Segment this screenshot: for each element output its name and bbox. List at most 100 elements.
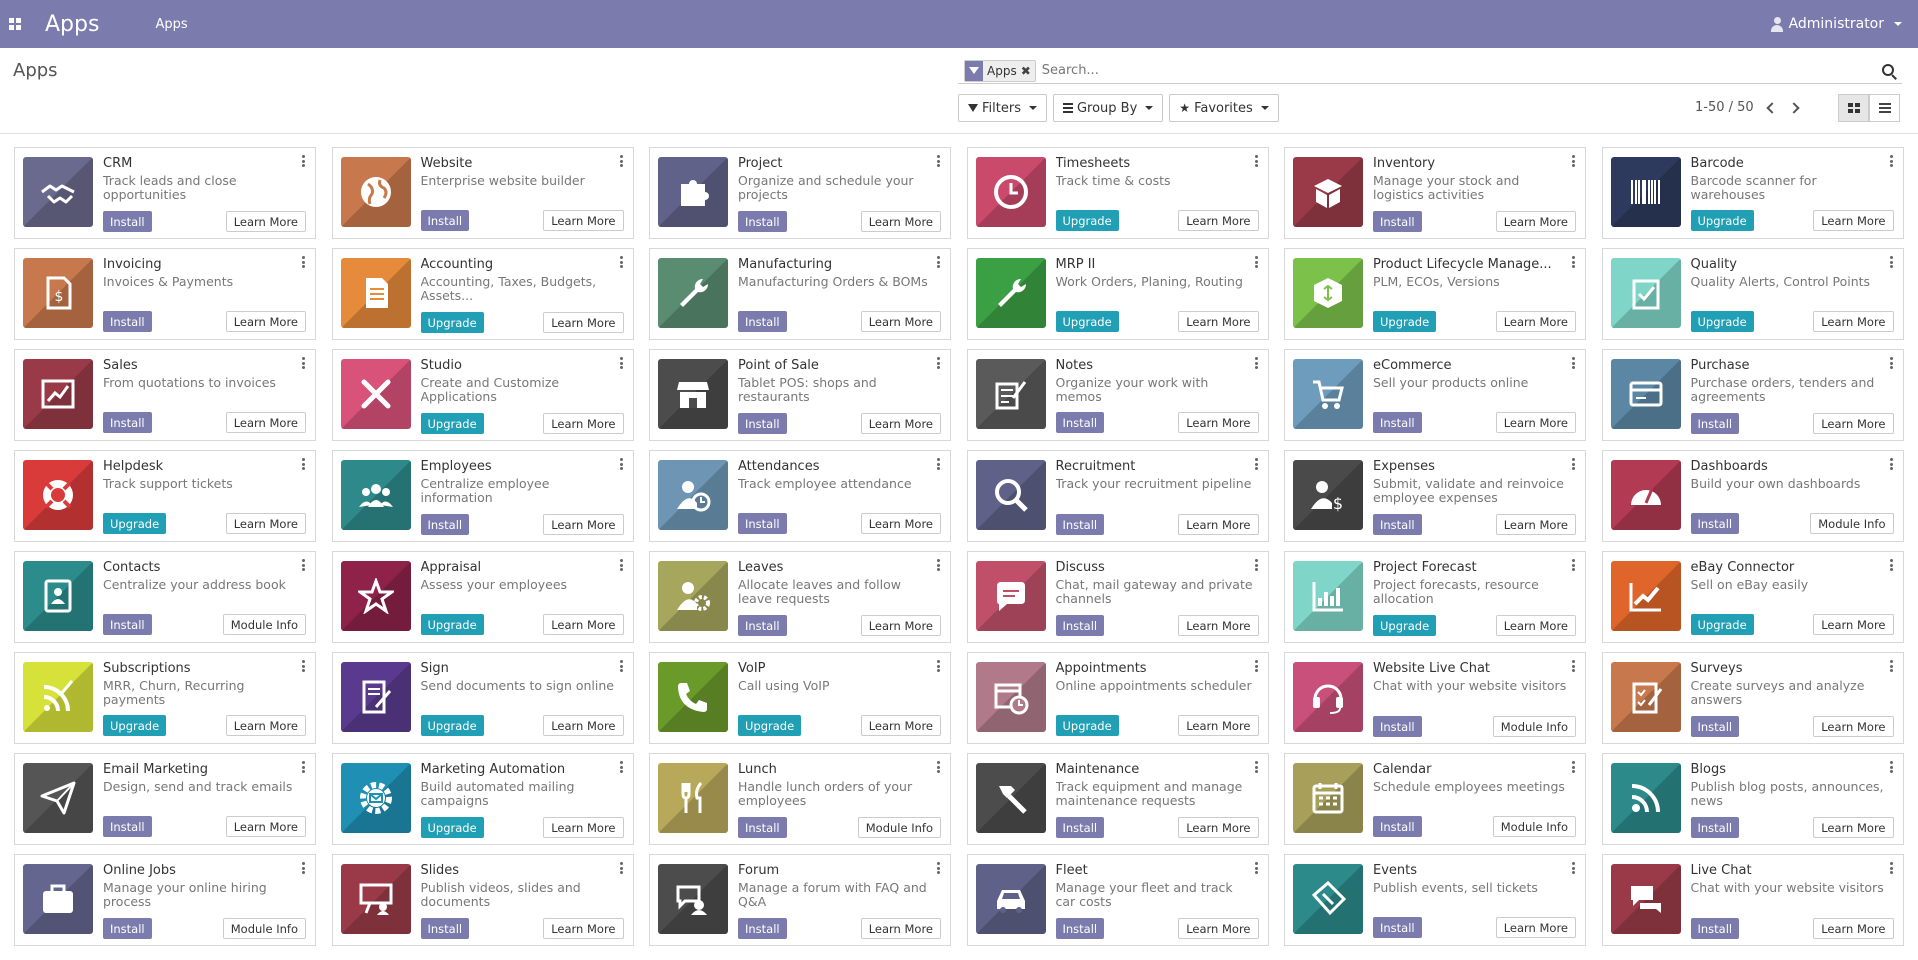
app-card[interactable]: Contacts Centralize your address book In… [14,551,316,643]
remove-facet-button[interactable]: ✖ [1021,64,1035,78]
favorites-dropdown[interactable]: ★ Favorites [1169,94,1279,122]
card-options-icon[interactable] [1572,458,1576,470]
install-button[interactable]: Install [1690,817,1740,838]
learn-more-button[interactable]: Learn More [1495,615,1576,636]
learn-more-button[interactable]: Learn More [860,615,941,636]
app-card[interactable]: Barcode Barcode scanner for warehouses U… [1601,147,1904,239]
install-button[interactable]: Install [1055,615,1105,636]
install-button[interactable]: Install [103,412,152,433]
app-card[interactable]: Notes Organize your work with memos Inst… [966,349,1269,441]
learn-more-button[interactable]: Learn More [543,312,624,333]
learn-more-button[interactable]: Learn More [1495,412,1576,433]
app-card[interactable]: Sign Send documents to sign online Upgra… [331,652,634,744]
card-options-icon[interactable] [619,357,624,369]
app-card[interactable]: MRP II Work Orders, Planing, Routing Upg… [966,248,1269,340]
upgrade-button[interactable]: Upgrade [1373,311,1437,332]
app-card[interactable]: eBay Connector Sell on eBay easily Upgra… [1601,551,1904,643]
card-options-icon[interactable] [937,559,941,571]
groupby-dropdown[interactable]: Group By [1052,94,1164,122]
install-button[interactable]: Install [103,816,152,837]
card-options-icon[interactable] [1889,256,1894,268]
card-options-icon[interactable] [619,660,624,672]
app-card[interactable]: Studio Create and Customize Applications… [331,349,634,441]
user-menu[interactable]: Administrator [1770,0,1902,48]
card-options-icon[interactable] [619,862,624,874]
card-options-icon[interactable] [302,155,306,167]
list-view-button[interactable] [1869,94,1900,122]
card-options-icon[interactable] [1572,256,1576,268]
learn-more-button[interactable]: Learn More [1178,615,1259,636]
card-options-icon[interactable] [937,458,941,470]
search-input[interactable] [1035,63,1878,78]
learn-more-button[interactable]: Learn More [860,513,941,534]
install-button[interactable]: Install [1690,716,1740,737]
app-card[interactable]: Subscriptions MRR, Churn, Recurring paym… [14,652,316,744]
learn-more-button[interactable]: Learn More [225,816,306,837]
module-info-button[interactable]: Module Info [1492,816,1576,837]
install-button[interactable]: Install [1373,412,1422,433]
app-card[interactable]: eCommerce Sell your products online Inst… [1284,349,1586,441]
module-info-button[interactable]: Module Info [1810,513,1894,534]
upgrade-button[interactable]: Upgrade [420,312,484,333]
app-card[interactable]: Project Organize and schedule your proje… [649,147,951,239]
module-info-button[interactable]: Module Info [857,817,941,838]
app-switcher-button[interactable] [0,0,30,48]
learn-more-button[interactable]: Learn More [1813,614,1894,635]
app-card[interactable]: Recruitment Track your recruitment pipel… [966,450,1269,542]
install-button[interactable]: Install [103,311,152,332]
app-card[interactable]: CRM Track leads and close opportunities … [14,147,316,239]
card-options-icon[interactable] [1572,660,1576,672]
learn-more-button[interactable]: Learn More [1178,918,1259,939]
install-button[interactable]: Install [1690,918,1740,939]
upgrade-button[interactable]: Upgrade [1055,210,1119,231]
card-options-icon[interactable] [619,559,624,571]
learn-more-button[interactable]: Learn More [860,211,941,232]
menu-item-apps[interactable]: Apps [155,17,187,32]
install-button[interactable]: Install [738,211,787,232]
upgrade-button[interactable]: Upgrade [1690,311,1754,332]
learn-more-button[interactable]: Learn More [860,715,941,736]
install-button[interactable]: Install [420,918,470,939]
learn-more-button[interactable]: Learn More [1178,412,1259,433]
learn-more-button[interactable]: Learn More [860,311,941,332]
learn-more-button[interactable]: Learn More [1813,918,1894,939]
learn-more-button[interactable]: Learn More [1178,817,1259,838]
app-card[interactable]: Discuss Chat, mail gateway and private c… [966,551,1269,643]
install-button[interactable]: Install [738,817,787,838]
upgrade-button[interactable]: Upgrade [1690,210,1754,231]
learn-more-button[interactable]: Learn More [543,514,624,535]
card-options-icon[interactable] [1254,357,1259,369]
learn-more-button[interactable]: Learn More [543,817,624,838]
filters-dropdown[interactable]: Filters [958,94,1047,122]
pager-value[interactable]: 1-50 / 50 [1695,100,1754,115]
learn-more-button[interactable]: Learn More [1495,311,1576,332]
next-page-icon[interactable] [1788,101,1800,114]
card-options-icon[interactable] [302,862,306,874]
card-options-icon[interactable] [1889,660,1894,672]
app-card[interactable]: Leaves Allocate leaves and follow leave … [649,551,951,643]
install-button[interactable]: Install [738,615,787,636]
card-options-icon[interactable] [1572,761,1576,773]
learn-more-button[interactable]: Learn More [1178,210,1259,231]
install-button[interactable]: Install [738,513,787,534]
app-card[interactable]: Manufacturing Manufacturing Orders & BOM… [649,248,951,340]
app-card[interactable]: Email Marketing Design, send and track e… [14,753,316,845]
app-card[interactable]: Lunch Handle lunch orders of your employ… [649,753,951,845]
install-button[interactable]: Install [1373,716,1422,737]
app-card[interactable]: Helpdesk Track support tickets Upgrade L… [14,450,316,542]
app-card[interactable]: Forum Manage a forum with FAQ and Q&A In… [649,854,951,946]
install-button[interactable]: Install [1055,412,1105,433]
card-options-icon[interactable] [937,357,941,369]
learn-more-button[interactable]: Learn More [543,413,624,434]
card-options-icon[interactable] [619,761,624,773]
app-card[interactable]: Live Chat Chat with your website visitor… [1601,854,1904,946]
app-card[interactable]: Blogs Publish blog posts, announces, new… [1601,753,1904,845]
module-info-button[interactable]: Module Info [222,614,306,635]
install-button[interactable]: Install [1055,514,1105,535]
card-options-icon[interactable] [1572,559,1576,571]
card-options-icon[interactable] [1889,559,1894,571]
module-info-button[interactable]: Module Info [222,918,306,939]
install-button[interactable]: Install [738,311,787,332]
install-button[interactable]: Install [1055,817,1105,838]
app-card[interactable]: Maintenance Track equipment and manage m… [966,753,1269,845]
